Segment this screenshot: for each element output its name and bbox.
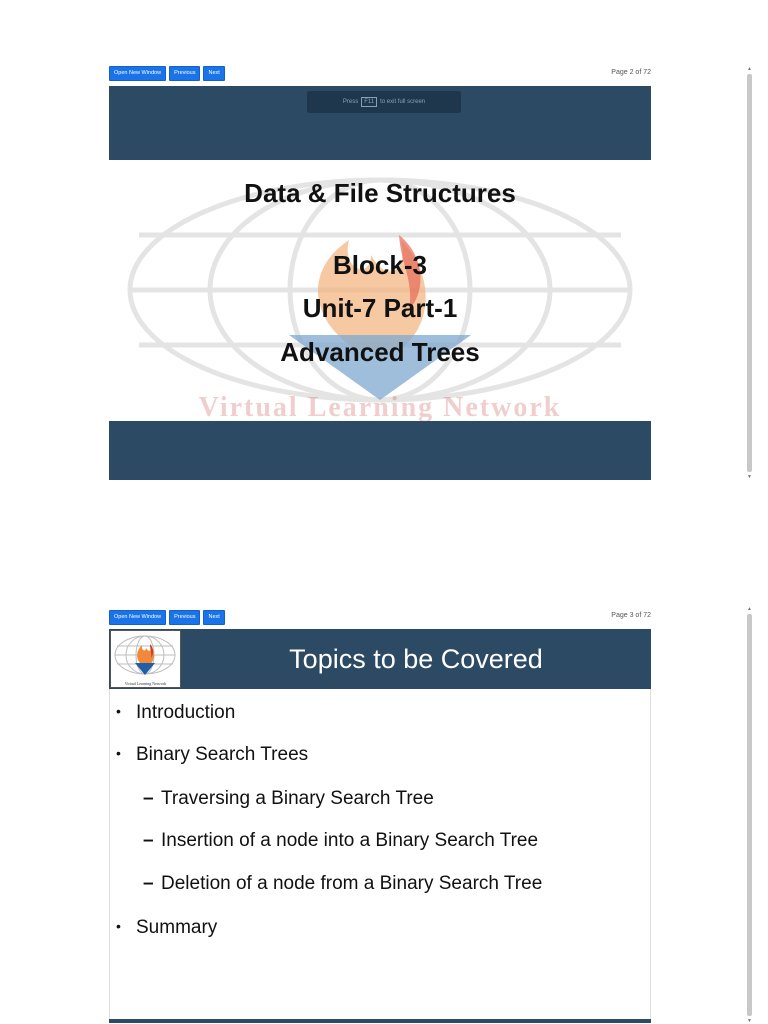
bullet-item: • Introduction — [116, 702, 236, 723]
slide-line-block: Block-3 — [333, 250, 427, 280]
fullscreen-hint-text: to exit full screen — [380, 99, 426, 105]
sub-bullet-item: – Insertion of a node into a Binary Searc… — [143, 830, 539, 851]
previous-button[interactable]: Previous — [169, 66, 201, 81]
slide-title: Topics to be Covered — [289, 643, 543, 674]
slide-header-band: Press F11 to exit full screen — [109, 86, 651, 160]
page-indicator: Page 2 of 72 — [611, 69, 651, 76]
scroll-up-icon[interactable]: ▲ — [746, 606, 753, 612]
fullscreen-hint-press: Press — [342, 99, 359, 105]
viewer-toolbar-2: Open New Window Previous Next — [109, 610, 225, 625]
bullet-item: • Binary Search Trees — [116, 744, 309, 765]
scroll-thumb[interactable] — [747, 614, 752, 1016]
scroll-thumb[interactable] — [747, 74, 752, 472]
document-viewer-page: Open New Window Previous Next Page 2 of … — [0, 0, 768, 1024]
page-indicator: Page 3 of 72 — [611, 612, 651, 619]
scroll-down-icon[interactable]: ▼ — [746, 474, 753, 480]
slide-body: • Introduction • Binary Search Trees – Trav… — [109, 689, 651, 1019]
next-button[interactable]: Next — [203, 66, 225, 81]
bullet-item: • Summary — [116, 917, 218, 938]
scrollbar-1[interactable]: ▲ ▼ — [746, 66, 753, 480]
fullscreen-hint: Press F11 to exit full screen — [307, 91, 461, 113]
slide-line-unit: Unit-7 Part-1 — [302, 293, 458, 323]
slide-title: Data & File Structures — [244, 178, 516, 208]
f11-key: F11 — [361, 97, 378, 107]
slide-footer-strip — [109, 1019, 651, 1023]
scrollbar-2[interactable]: ▲ ▼ — [746, 606, 753, 1024]
open-new-window-button[interactable]: Open New Window — [109, 610, 167, 625]
logo: Virtual Learning Network — [110, 630, 181, 688]
scroll-down-icon[interactable]: ▼ — [746, 1018, 753, 1024]
next-button[interactable]: Next — [203, 610, 225, 625]
previous-button[interactable]: Previous — [169, 610, 201, 625]
logo-caption: Virtual Learning Network — [124, 681, 167, 686]
title-slide-content: Data & File Structures Block-3 Unit-7 Pa… — [109, 160, 651, 421]
slide-line-topic: Advanced Trees — [280, 337, 480, 367]
slide-header: Virtual Learning Network Topics to be Co… — [109, 629, 651, 689]
watermark-text: Virtual Learning Network — [198, 392, 562, 421]
slide-2: Press F11 to exit full screen Data & Fil… — [109, 86, 651, 480]
sub-bullet-item: – Traversing a Binary Search Tree — [143, 788, 434, 809]
sub-bullet-item: – Deletion of a node from a Binary Search… — [143, 873, 543, 894]
open-new-window-button[interactable]: Open New Window — [109, 66, 167, 81]
scroll-up-icon[interactable]: ▲ — [746, 66, 753, 72]
slide-footer-band — [109, 421, 651, 480]
globe-logo-icon — [114, 635, 176, 675]
slide-3: Virtual Learning Network Topics to be Co… — [109, 629, 651, 1024]
viewer-toolbar-1: Open New Window Previous Next — [109, 66, 225, 81]
